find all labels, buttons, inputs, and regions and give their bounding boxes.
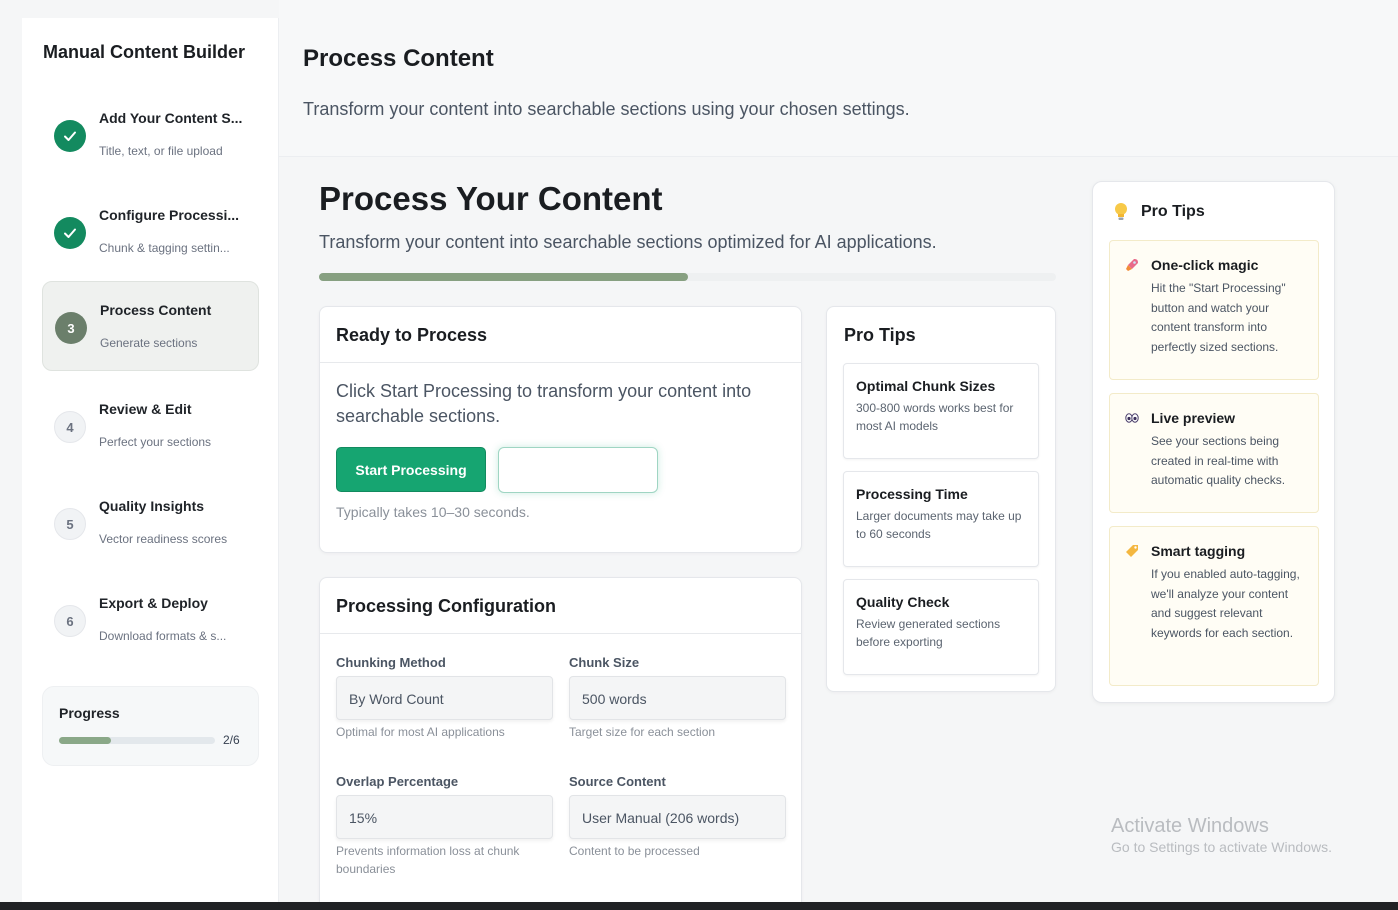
tip-description: See your sections being created in real-… [1151,434,1286,487]
step-add-content[interactable]: Add Your Content S... Title, text, or fi… [42,90,259,180]
step-subtitle: Chunk & tagging settin... [99,241,230,255]
source-content-field[interactable]: User Manual (206 words) [569,795,786,839]
overlap-percentage-help: Prevents information loss at chunk bound… [336,844,520,876]
card-header: Ready to Process [320,307,801,363]
tip-title: Live preview [1151,410,1236,426]
source-content-help: Content to be processed [569,844,700,858]
step-label: Quality Insights [99,498,205,514]
tip-live-preview: Live preview See your sections being cre… [1109,393,1319,513]
step-label: Review & Edit [99,401,192,417]
tip-card: Quality Check Review generated sections … [843,579,1039,675]
tip-card: Processing Time Larger documents may tak… [843,471,1039,567]
tip-smart-tagging: Smart tagging If you enabled auto-taggin… [1109,526,1319,686]
tip-one-click-magic: One-click magic Hit the "Start Processin… [1109,240,1319,380]
chunk-size-help: Target size for each section [569,725,716,739]
start-processing-button[interactable]: Start Processing [336,447,486,492]
step-subtitle: Download formats & s... [99,629,227,643]
taskbar-edge [0,902,1398,910]
step-export-deploy[interactable]: 6 Export & Deploy Download formats & s..… [42,575,259,665]
chunk-size-label: Chunk Size [569,655,640,670]
step-label: Add Your Content S... [99,110,243,126]
step-quality-insights[interactable]: 5 Quality Insights Vector readiness scor… [42,478,259,568]
step-label: Configure Processi... [99,207,240,223]
main-description: Transform your content into searchable s… [319,232,937,252]
sidebar-title: Manual Content Builder [43,42,245,62]
pro-tips-title: Pro Tips [844,325,916,345]
config-card: Processing Configuration Chunking Method… [319,577,802,910]
tip-description: 300-800 words works best for most AI mod… [856,401,1014,433]
pro-tips-card: Pro Tips Optimal Chunk Sizes 300-800 wor… [826,306,1056,692]
source-content-label: Source Content [569,774,666,789]
overlap-percentage-label: Overlap Percentage [336,774,459,789]
card-header: Processing Configuration [320,578,801,634]
activation-watermark-subtitle: Go to Settings to activate Windows. [1111,839,1332,855]
tip-description: Larger documents may take up to 60 secon… [856,509,1022,541]
page-description: Transform your content into searchable s… [303,99,910,119]
tip-title: Smart tagging [1151,543,1246,559]
progress-bar-fill [59,737,111,744]
step-configure-processing[interactable]: Configure Processi... Chunk & tagging se… [42,187,259,277]
step-subtitle: Title, text, or file upload [99,144,223,158]
pro-tips-panel: Pro Tips One-click magic Hit the "Start … [1092,181,1335,703]
progress-card: Progress 2/6 [42,686,259,766]
tip-title: Optimal Chunk Sizes [856,378,996,394]
step-label: Process Content [100,302,212,318]
progress-title: Progress [59,705,120,721]
step-subtitle: Generate sections [100,336,198,350]
check-icon [54,217,86,249]
ready-text: Click Start Processing to transform your… [336,381,752,426]
chunking-method-label: Chunking Method [336,655,446,670]
tip-description: If you enabled auto-tagging, we'll analy… [1151,567,1300,640]
step-review-edit[interactable]: 4 Review & Edit Perfect your sections [42,381,259,471]
step-number: 6 [54,605,86,637]
ready-card: Ready to Process Click Start Processing … [319,306,802,553]
overlap-percentage-field[interactable]: 15% [336,795,553,839]
tip-description: Hit the "Start Processing" button and wa… [1151,281,1286,354]
page-title: Process Content [303,45,494,72]
ready-hint: Typically takes 10–30 seconds. [336,504,530,520]
main-progress-bar [319,273,1056,281]
activation-watermark-title: Activate Windows [1111,815,1269,837]
chunking-method-help: Optimal for most AI applications [336,725,505,739]
tip-description: Review generated sections before exporti… [856,617,1001,649]
step-number: 5 [54,508,86,540]
step-subtitle: Vector readiness scores [99,532,228,546]
tip-title: Quality Check [856,594,950,610]
page-header: Process Content Transform your content i… [279,0,1398,157]
main-title: Process Your Content [319,180,663,217]
step-process-content[interactable]: 3 Process Content Generate sections [42,281,259,371]
step-label: Export & Deploy [99,595,208,611]
main-progress-bar-fill [319,273,688,281]
step-number: 3 [55,312,87,344]
step-number: 4 [54,411,86,443]
lightbulb-icon [1115,203,1127,220]
step-subtitle: Perfect your sections [99,435,212,449]
sidebar: Manual Content Builder Add Your Content … [22,18,279,910]
eyes-icon [1125,413,1139,423]
ready-title: Ready to Process [336,325,488,345]
check-icon [54,120,86,152]
tip-card: Optimal Chunk Sizes 300-800 words works … [843,363,1039,459]
secondary-button[interactable] [498,447,658,493]
rocket-icon [1126,259,1138,271]
config-title: Processing Configuration [336,596,557,616]
progress-count: 2/6 [223,733,240,747]
pro-tips-panel-title: Pro Tips [1141,203,1205,220]
tip-title: Processing Time [856,486,968,502]
chunking-method-field[interactable]: By Word Count [336,676,553,720]
progress-bar [59,737,215,744]
tip-title: One-click magic [1151,257,1259,273]
chunk-size-field[interactable]: 500 words [569,676,786,720]
tag-icon [1126,545,1138,557]
